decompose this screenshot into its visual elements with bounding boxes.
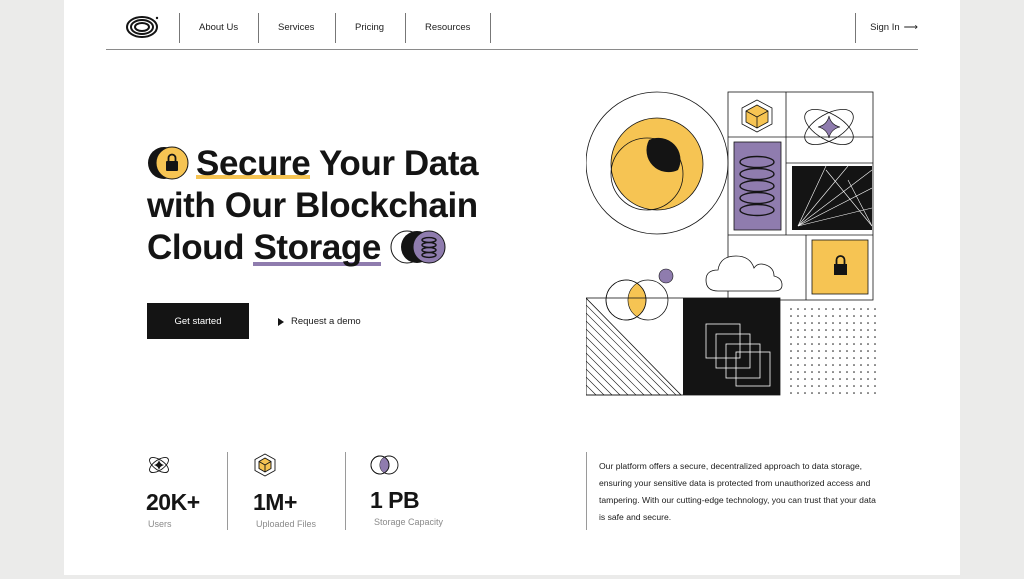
stat-uploaded-files: 1M+ Uploaded Files — [253, 453, 316, 529]
stat-divider — [227, 452, 228, 530]
nav-link-about-us[interactable]: About Us — [199, 22, 238, 33]
nav-divider-line — [106, 49, 918, 50]
title-line3-start: Cloud — [147, 228, 245, 267]
nav-link-pricing[interactable]: Pricing — [355, 22, 384, 33]
stat-storage-capacity-label: Storage Capacity — [374, 517, 444, 527]
request-demo-label: Request a demo — [291, 316, 361, 327]
nav-divider — [258, 13, 259, 43]
title-line1-rest: Your Data — [319, 144, 479, 183]
description-divider — [586, 452, 587, 530]
stat-uploaded-files-label: Uploaded Files — [256, 519, 317, 529]
overlap-circles-icon — [370, 455, 399, 475]
cube-icon — [254, 453, 276, 477]
highlight-secure: Secure — [196, 144, 311, 183]
request-demo-button[interactable]: Request a demo — [278, 316, 361, 327]
nav-divider — [855, 13, 856, 43]
nav-divider — [490, 13, 491, 43]
landing-page: About Us Services Pricing Resources Sign… — [64, 0, 960, 575]
title-line2: with Our Blockchain — [147, 186, 478, 225]
lock-badge-icon — [148, 146, 189, 180]
nav-link-resources[interactable]: Resources — [425, 22, 470, 33]
stat-divider — [345, 452, 346, 530]
arrow-right-icon: ⟶ — [903, 22, 918, 33]
stat-storage-capacity: 1 PB Storage Capacity — [370, 453, 443, 527]
top-navigation: About Us Services Pricing Resources Sign… — [106, 13, 918, 43]
platform-description: Our platform offers a secure, decentrali… — [599, 461, 876, 522]
play-icon — [278, 317, 284, 326]
get-started-button[interactable]: Get started — [147, 303, 249, 339]
stat-storage-capacity-value: 1 PB — [370, 487, 420, 513]
atom-icon — [149, 457, 169, 473]
coins-badge-icon — [390, 230, 446, 264]
stat-users-value: 20K+ — [146, 489, 200, 515]
nav-divider — [179, 13, 180, 43]
sign-in-label: Sign In — [870, 22, 900, 33]
nav-divider — [335, 13, 336, 43]
hero-title: Secure Your Data with Our Blockchain Clo… — [147, 143, 547, 269]
hero-illustration — [586, 91, 880, 398]
stat-users: 20K+ Users — [146, 453, 200, 529]
brand-logo[interactable] — [126, 15, 162, 39]
sign-in-link[interactable]: Sign In ⟶ — [870, 22, 918, 33]
highlight-storage: Storage — [253, 228, 381, 267]
nav-divider — [405, 13, 406, 43]
stat-users-label: Users — [148, 519, 172, 529]
stat-uploaded-files-value: 1M+ — [253, 489, 297, 515]
nav-link-services[interactable]: Services — [278, 22, 314, 33]
